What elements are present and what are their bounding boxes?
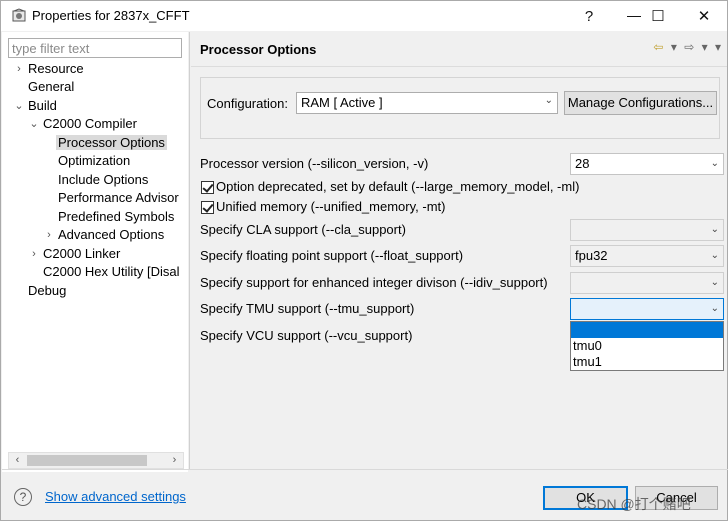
vcu-support-label: Specify VCU support (--vcu_support) <box>200 328 413 343</box>
help-icon[interactable]: ? <box>14 488 32 506</box>
cla-support-select[interactable]: ⌄ <box>570 219 724 241</box>
tmu-support-select[interactable]: ⌄ <box>570 298 724 320</box>
tree-item-label: Performance Advisor <box>58 190 179 205</box>
tree-item-performance-advisor[interactable]: Performance Advisor <box>58 189 179 207</box>
view-menu-icon[interactable]: ▾ <box>715 40 721 54</box>
tree-item-label: Debug <box>28 283 67 298</box>
configuration-value: RAM [ Active ] <box>301 95 383 110</box>
preferences-tree: › Resource General ⌄ Build ⌄ C2000 Compi… <box>2 60 188 450</box>
cla-support-label: Specify CLA support (--cla_support) <box>200 222 406 237</box>
chevron-down-icon: ⌄ <box>710 158 719 169</box>
tree-item-label: C2000 Hex Utility [Disal <box>43 264 180 279</box>
chevron-down-icon: ⌄ <box>710 224 719 235</box>
unified-memory-checkbox[interactable] <box>201 201 214 214</box>
preferences-tree-panel: › Resource General ⌄ Build ⌄ C2000 Compi… <box>2 32 188 472</box>
configuration-group: Configuration: RAM [ Active ] ⌄ Manage C… <box>200 77 720 139</box>
configuration-select[interactable]: RAM [ Active ] ⌄ <box>296 92 558 114</box>
tmu-support-dropdown-list: tmu0 tmu1 <box>570 321 724 371</box>
chevron-down-icon: ⌄ <box>544 95 553 106</box>
chevron-down-icon: ⌄ <box>710 277 719 288</box>
back-menu-icon[interactable]: ▾ <box>671 40 677 54</box>
idiv-support-select[interactable]: ⌄ <box>570 272 724 294</box>
large-memory-label: Option deprecated, set by default (--lar… <box>216 179 580 194</box>
scroll-left-icon[interactable]: ‹ <box>9 453 26 468</box>
help-title-button[interactable]: ? <box>566 1 612 31</box>
dropdown-option-tmu0[interactable]: tmu0 <box>571 338 723 354</box>
tree-item-label: Advanced Options <box>58 227 165 242</box>
page-navigation: ⇦ ▾ ⇨ ▾ ▾ <box>649 40 721 54</box>
chevron-down-icon[interactable]: ⌄ <box>14 97 24 115</box>
footer-divider <box>2 469 728 470</box>
page-header: Processor Options ⇦ ▾ ⇨ ▾ ▾ <box>191 32 727 66</box>
forward-menu-icon[interactable]: ▾ <box>702 40 708 54</box>
tree-item-include-options[interactable]: Include Options <box>58 171 148 189</box>
header-divider <box>191 66 727 67</box>
back-arrow-icon[interactable]: ⇦ <box>653 40 663 54</box>
chevron-right-icon[interactable]: › <box>14 60 24 78</box>
scrollbar-thumb[interactable] <box>27 455 147 466</box>
chevron-down-icon: ⌄ <box>710 250 719 261</box>
tree-item-label: Include Options <box>58 172 149 187</box>
tree-item-general[interactable]: General <box>28 78 74 96</box>
tree-item-debug[interactable]: Debug <box>28 282 66 300</box>
chevron-down-icon[interactable]: ⌄ <box>29 115 39 133</box>
manage-configurations-button[interactable]: Manage Configurations... <box>564 91 717 115</box>
tree-item-predefined-symbols[interactable]: Predefined Symbols <box>58 208 174 226</box>
panel-splitter[interactable] <box>189 32 190 469</box>
forward-arrow-icon[interactable]: ⇨ <box>684 40 694 54</box>
chevron-down-icon: ⌄ <box>710 303 719 314</box>
tree-item-label: Resource <box>28 61 84 76</box>
float-support-value: fpu32 <box>575 248 608 263</box>
processor-version-value: 28 <box>575 156 590 171</box>
float-support-label: Specify floating point support (--float_… <box>200 248 464 263</box>
dropdown-option-empty[interactable] <box>571 322 723 338</box>
tree-item-label: Build <box>28 98 57 113</box>
configuration-label: Configuration: <box>207 96 288 111</box>
minimize-button[interactable]: — <box>611 0 657 30</box>
page-title: Processor Options <box>200 42 317 57</box>
scroll-right-icon[interactable]: › <box>166 453 183 468</box>
filter-input[interactable] <box>8 38 182 58</box>
properties-dialog: Properties for 2837x_CFFT ? ☐ ✕ › Resour… <box>0 0 728 521</box>
close-button[interactable]: ✕ <box>681 1 727 31</box>
large-memory-checkbox[interactable] <box>201 181 214 194</box>
tree-item-label: C2000 Compiler <box>43 116 137 131</box>
tree-item-label: Optimization <box>58 153 131 168</box>
tree-item-processor-options[interactable]: Processor Options <box>56 134 167 152</box>
tmu-support-label: Specify TMU support (--tmu_support) <box>200 301 415 316</box>
processor-version-label: Processor version (--silicon_version, -v… <box>200 156 429 171</box>
watermark-text: CSDN @打个赌吧 <box>577 496 691 512</box>
tree-item-label: Predefined Symbols <box>58 209 175 224</box>
idiv-support-label: Specify support for enhanced integer div… <box>200 275 548 290</box>
tree-item-c2000-hex-utility[interactable]: C2000 Hex Utility [Disal <box>43 263 180 281</box>
float-support-select[interactable]: fpu32 ⌄ <box>570 245 724 267</box>
tree-item-label: C2000 Linker <box>43 246 121 261</box>
tree-item-optimization[interactable]: Optimization <box>58 152 130 170</box>
tree-horizontal-scrollbar[interactable]: ‹ › <box>8 452 184 469</box>
unified-memory-label: Unified memory (--unified_memory, -mt) <box>216 199 446 214</box>
show-advanced-settings-link[interactable]: Show advanced settings <box>45 489 186 504</box>
dropdown-option-tmu1[interactable]: tmu1 <box>571 354 723 370</box>
processor-version-select[interactable]: 28 ⌄ <box>570 153 724 175</box>
processor-options-page: Processor Options ⇦ ▾ ⇨ ▾ ▾ Configuratio… <box>191 32 727 469</box>
tree-item-label: Processor Options <box>56 135 167 150</box>
chevron-right-icon[interactable]: › <box>44 226 54 244</box>
window-title: Properties for 2837x_CFFT <box>32 8 190 23</box>
properties-app-icon <box>12 8 26 22</box>
chevron-right-icon[interactable]: › <box>29 245 39 263</box>
tree-item-label: General <box>28 79 75 94</box>
